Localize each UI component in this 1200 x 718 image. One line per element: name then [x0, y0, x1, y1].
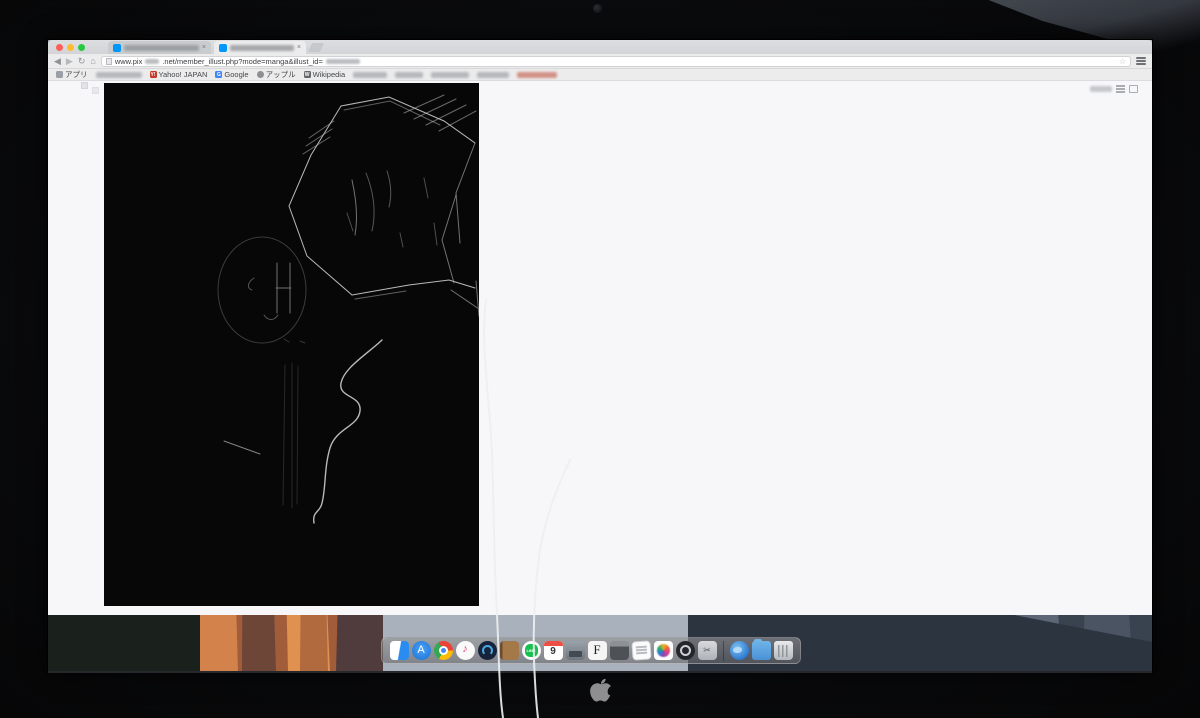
reload-icon[interactable]: ↻	[78, 57, 86, 66]
bookmark-blurred[interactable]	[96, 72, 142, 78]
finder-icon[interactable]	[390, 641, 409, 660]
calendar-icon[interactable]: 9	[544, 641, 563, 660]
blue-swirl-app-icon[interactable]	[478, 641, 497, 660]
bookmark-label: Wikipedia	[313, 70, 346, 79]
line-label: LINE	[522, 641, 541, 660]
manga-view-controls	[1090, 85, 1138, 93]
page-count-blurred	[1090, 86, 1112, 92]
notebook-app-icon[interactable]	[500, 641, 519, 660]
bookmark-label: Yahoo! JAPAN	[159, 70, 208, 79]
page-mini-icon[interactable]	[81, 82, 88, 89]
url-start: www.pix	[115, 57, 143, 66]
wikipedia-icon: W	[304, 71, 311, 78]
window-controls	[56, 44, 85, 51]
line-app-icon[interactable]: LINE	[522, 641, 541, 660]
imac-chin-apple-logo	[589, 676, 615, 706]
globe-stack-icon[interactable]	[730, 641, 749, 660]
tab-close-icon[interactable]: ×	[297, 44, 301, 51]
screen-bottom-bezel	[48, 671, 1152, 673]
browser-tab-1[interactable]: ×	[108, 41, 211, 54]
yahoo-icon: Y!	[150, 71, 157, 78]
back-icon[interactable]: ◀	[54, 57, 61, 66]
chrome-icon[interactable]	[434, 641, 453, 660]
tab-title-blurred	[124, 45, 199, 51]
f-app-icon[interactable]: F	[588, 641, 607, 660]
imac-camera	[593, 4, 602, 13]
url-path: .net/member_illust.php?mode=manga&illust…	[162, 57, 323, 66]
app-store-icon[interactable]: A	[412, 641, 431, 660]
dock-divider	[723, 641, 724, 661]
bookmark-label: アップル	[266, 69, 296, 80]
chrome-menu-icon[interactable]	[1136, 57, 1146, 65]
bookmark-label: Google	[224, 70, 248, 79]
box-app-icon[interactable]	[610, 641, 629, 660]
zoom-window-button[interactable]	[78, 44, 85, 51]
address-bar[interactable]: www.pix .net/member_illust.php?mode=mang…	[101, 56, 1131, 67]
bookmark-blurred[interactable]	[353, 72, 387, 78]
image-view-icon[interactable]	[1129, 85, 1138, 93]
pixiv-favicon	[219, 44, 227, 52]
bookmark-apple[interactable]: アップル	[257, 69, 296, 80]
bookmark-blurred[interactable]	[517, 72, 557, 78]
home-icon[interactable]: ⌂	[90, 57, 95, 66]
bookmark-yahoo-japan[interactable]: Y! Yahoo! JAPAN	[150, 70, 208, 79]
artwork-image[interactable]	[104, 83, 479, 606]
minimize-window-button[interactable]	[67, 44, 74, 51]
trash-icon[interactable]	[774, 641, 793, 660]
bookmark-wikipedia[interactable]: W Wikipedia	[304, 70, 346, 79]
bookmark-google[interactable]: G Google	[215, 70, 248, 79]
url-id-blurred	[326, 59, 360, 64]
bookmark-star-icon[interactable]: ☆	[1119, 57, 1126, 66]
itunes-icon[interactable]: ♪	[456, 641, 475, 660]
downloads-folder-icon[interactable]	[752, 641, 771, 660]
chrome-window: × × ◀ ▶ ↻ ⌂ www.pix .net/member_illust.p…	[48, 90, 537, 665]
gray-panel-app-icon[interactable]	[566, 641, 585, 660]
new-tab-button[interactable]	[308, 43, 324, 52]
browser-tab-2-active[interactable]: ×	[214, 41, 306, 54]
pixiv-favicon	[113, 44, 121, 52]
forward-icon[interactable]: ▶	[66, 57, 73, 66]
tab-strip: × ×	[48, 40, 1152, 54]
pixiv-manga-page	[48, 81, 1152, 615]
tab-close-icon[interactable]: ×	[202, 44, 206, 51]
imac-screen: Chrome ファイル 編集 表示 履歴 ブックマーク ユーザー ウインドウ ヘ…	[48, 40, 1152, 672]
dock: A ♪ LINE 9 F ✂	[381, 637, 801, 664]
list-view-icon[interactable]	[1116, 85, 1125, 93]
url-domain-blurred	[145, 59, 159, 64]
page-icon	[106, 58, 112, 65]
tab-title-blurred	[230, 45, 294, 51]
apple-bookmark-icon	[257, 71, 264, 78]
photos-icon[interactable]	[654, 641, 673, 660]
google-icon: G	[215, 71, 222, 78]
close-window-button[interactable]	[56, 44, 63, 51]
page-mini-icon[interactable]	[92, 87, 99, 94]
bookmark-blurred[interactable]	[431, 72, 469, 78]
bookmarks-bar: アプリ Y! Yahoo! JAPAN G Google アップル W Wiki…	[48, 69, 1152, 81]
bookmark-blurred[interactable]	[395, 72, 423, 78]
apps-grid-icon	[56, 71, 63, 78]
bookmark-apps[interactable]: アプリ	[56, 69, 88, 80]
bookmark-blurred[interactable]	[477, 72, 509, 78]
lens-app-icon[interactable]	[676, 641, 695, 660]
browser-toolbar: ◀ ▶ ↻ ⌂ www.pix .net/member_illust.php?m…	[48, 54, 1152, 69]
bookmark-label: アプリ	[65, 69, 88, 80]
sketch-lines	[104, 83, 479, 606]
document-app-icon[interactable]	[631, 640, 651, 660]
grab-app-icon[interactable]: ✂	[698, 641, 717, 660]
